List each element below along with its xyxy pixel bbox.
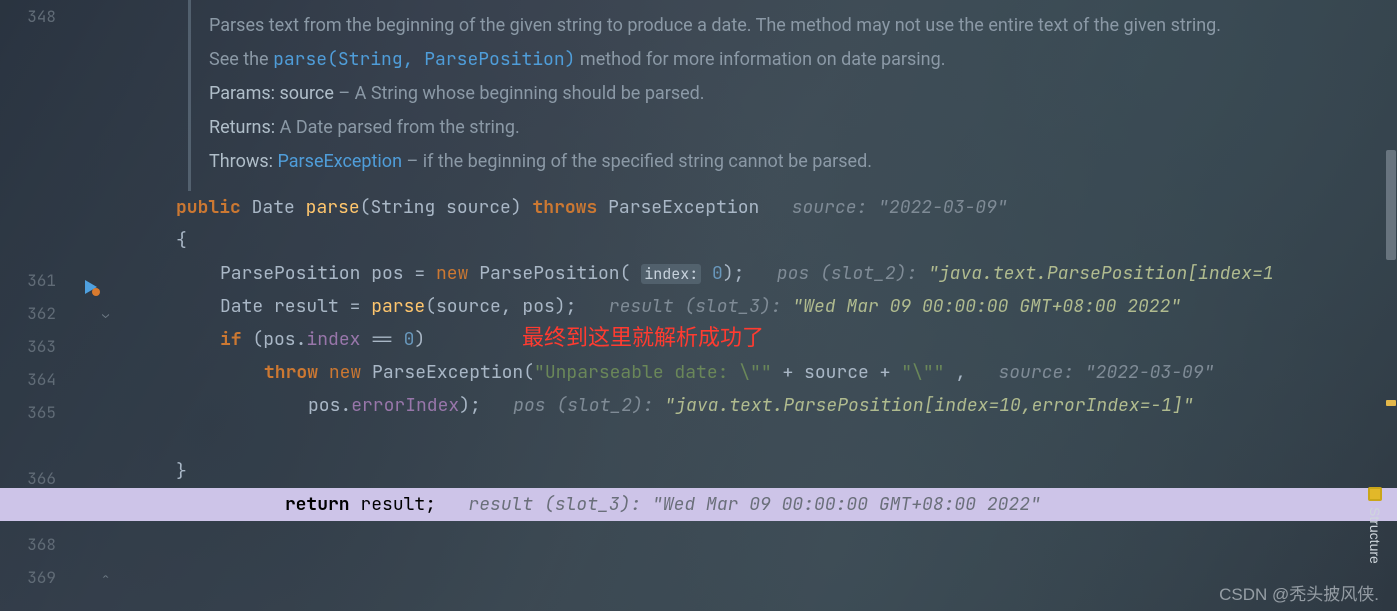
run-gutter-icon[interactable] bbox=[82, 278, 100, 302]
structure-icon bbox=[1368, 487, 1382, 501]
code-editor[interactable]: 348 361 362 363 364 365 366 367 368 369 … bbox=[0, 0, 1397, 611]
line-number: 368 bbox=[27, 534, 56, 555]
javadoc-link[interactable]: ParseException bbox=[278, 151, 403, 172]
javadoc-popup: Parses text from the beginning of the gi… bbox=[188, 0, 1397, 191]
code-line[interactable]: Date result = parse(source, pos); result… bbox=[124, 290, 1397, 323]
javadoc-description: Parses text from the beginning of the gi… bbox=[209, 12, 1379, 40]
inlay-hint: source: "2022-03-09" bbox=[966, 361, 1214, 384]
inlay-hint: pos (slot_2): "java.text.ParsePosition[i… bbox=[481, 394, 1194, 417]
code-line[interactable]: { bbox=[124, 224, 1397, 257]
code-line[interactable]: if (pos.index == 0)最终到这里就解析成功了 bbox=[124, 323, 1397, 356]
line-number: 361 bbox=[27, 270, 56, 291]
code-area[interactable]: Parses text from the beginning of the gi… bbox=[124, 0, 1397, 611]
fold-chevron-icon[interactable]: ⌃ bbox=[102, 570, 109, 586]
line-number: 365 bbox=[27, 402, 56, 423]
inlay-hint: source: "2022-03-09" bbox=[759, 196, 1007, 219]
code-line[interactable]: public Date parse(String source) throws … bbox=[124, 191, 1397, 224]
line-number: 364 bbox=[27, 369, 56, 390]
inlay-hint: pos (slot_2): "java.text.ParsePosition[i… bbox=[744, 262, 1273, 285]
line-number: 363 bbox=[27, 336, 56, 357]
inlay-hint: result (slot_3): "Wed Mar 09 00:00:00 GM… bbox=[436, 493, 1041, 516]
parameter-hint: index: bbox=[641, 264, 701, 284]
line-number: 362 bbox=[27, 303, 56, 324]
code-line[interactable]: } bbox=[124, 455, 1397, 488]
annotation-text: 最终到这里就解析成功了 bbox=[522, 321, 764, 354]
code-line[interactable]: throw new ParseException("Unparseable da… bbox=[124, 356, 1397, 389]
line-number: 348 bbox=[27, 6, 56, 27]
line-number: 369 bbox=[27, 567, 56, 588]
fold-chevron-icon[interactable]: ⌄ bbox=[102, 306, 109, 322]
code-line-current[interactable]: return result; result (slot_3): "Wed Mar… bbox=[124, 422, 1397, 455]
inlay-hint: result (slot_3): "Wed Mar 09 00:00:00 GM… bbox=[576, 295, 1181, 318]
structure-label: Structure bbox=[1367, 507, 1383, 564]
code-line[interactable]: pos.errorIndex); pos (slot_2): "java.tex… bbox=[124, 389, 1397, 422]
scrollbar-thumb[interactable] bbox=[1386, 150, 1396, 260]
line-number: 366 bbox=[27, 468, 56, 489]
javadoc-link[interactable]: parse(String, ParsePosition) bbox=[273, 48, 575, 71]
gutter-marker[interactable] bbox=[1386, 400, 1396, 406]
code-line[interactable]: ParsePosition pos = new ParsePosition( i… bbox=[124, 257, 1397, 290]
structure-tool-tab[interactable]: Structure bbox=[1367, 487, 1383, 564]
watermark-text: CSDN @秃头披风侠. bbox=[1219, 580, 1379, 605]
